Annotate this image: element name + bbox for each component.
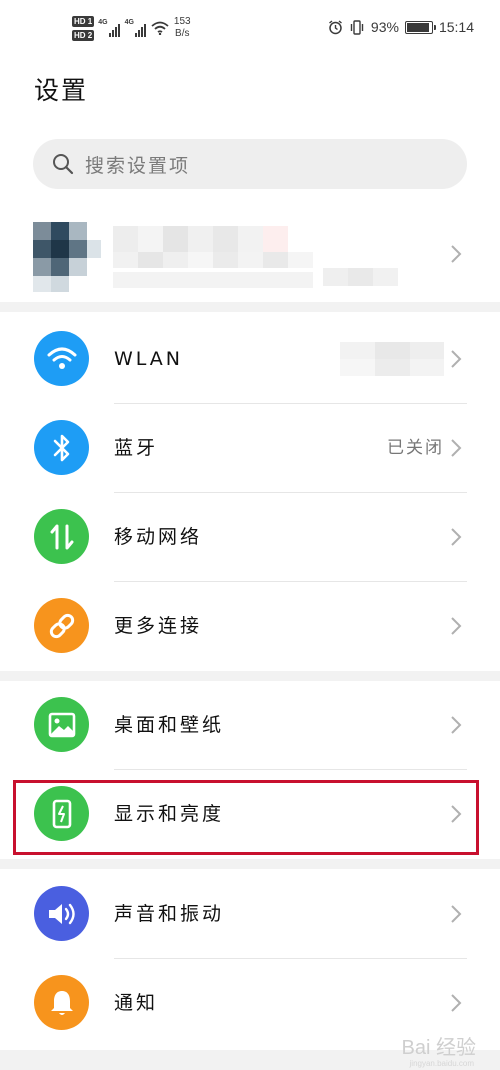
bluetooth-status-value: 已关闭 — [387, 438, 444, 458]
status-time: 15:14 — [438, 19, 474, 35]
vibrate-icon — [350, 19, 364, 35]
chevron-right-icon — [451, 617, 462, 635]
settings-item-desktop-wallpaper[interactable]: 桌面和壁纸 — [0, 681, 500, 770]
network-speed: 153 B/s — [173, 16, 191, 39]
settings-item-label: 更多连接 — [114, 615, 203, 637]
wifi-status-icon — [151, 21, 169, 35]
watermark-url: jingyan.baidu.com — [409, 1059, 474, 1068]
highlight-box — [13, 780, 479, 855]
search-placeholder: 搜索设置项 — [85, 154, 191, 177]
chevron-right-icon — [451, 439, 462, 457]
settings-item-mobile-network[interactable]: 移动网络 — [0, 493, 500, 582]
section-divider — [0, 302, 500, 312]
settings-item-label: 桌面和壁纸 — [114, 714, 225, 736]
search-input[interactable]: 搜索设置项 — [33, 139, 467, 189]
settings-item-label: 声音和振动 — [114, 903, 225, 925]
link-icon — [34, 598, 89, 653]
status-bar: HD 1 HD 2 4G 4G 153 B/s 93% 15:14 — [0, 0, 500, 58]
search-icon — [53, 154, 74, 175]
wallpaper-icon — [34, 697, 89, 752]
notification-bell-icon — [34, 975, 89, 1030]
settings-item-label: 通知 — [114, 992, 159, 1014]
section-divider — [0, 859, 500, 869]
settings-item-label: 蓝牙 — [114, 437, 159, 459]
chevron-right-icon — [451, 716, 462, 734]
chevron-right-icon — [451, 994, 462, 1012]
settings-item-label: 移动网络 — [114, 526, 203, 548]
battery-percent: 93% — [370, 19, 399, 35]
alarm-icon — [328, 19, 342, 34]
watermark: Bai 经验 — [401, 1037, 476, 1059]
page-title: 设置 — [34, 76, 89, 105]
chevron-right-icon — [451, 528, 462, 546]
hd-badge-1: HD 1 — [72, 15, 95, 27]
account-entry[interactable] — [0, 210, 500, 300]
signal-icon-1: 4G — [98, 19, 120, 37]
section-divider — [0, 671, 500, 681]
hd-badge-2: HD 2 — [72, 29, 95, 41]
mobile-data-icon — [34, 509, 89, 564]
settings-item-more-connections[interactable]: 更多连接 — [0, 582, 500, 671]
account-avatar-pixelated — [33, 222, 398, 292]
network-type-2: 4G — [124, 19, 134, 26]
chevron-right-icon — [451, 350, 462, 368]
wifi-icon — [34, 331, 89, 386]
settings-item-label: WLAN — [114, 348, 184, 370]
signal-icon-2: 4G — [125, 19, 146, 37]
settings-item-wlan[interactable]: WLAN — [0, 315, 500, 404]
settings-item-sound-vibration[interactable]: 声音和振动 — [0, 870, 500, 959]
wlan-value-pixelated — [340, 342, 444, 376]
chevron-right-icon — [451, 905, 462, 923]
volume-icon — [34, 886, 89, 941]
network-type-1: 4G — [98, 19, 108, 26]
chevron-right-icon — [451, 245, 462, 263]
settings-item-bluetooth[interactable]: 蓝牙 已关闭 — [0, 404, 500, 493]
battery-icon — [404, 20, 436, 34]
bluetooth-icon — [34, 420, 89, 475]
